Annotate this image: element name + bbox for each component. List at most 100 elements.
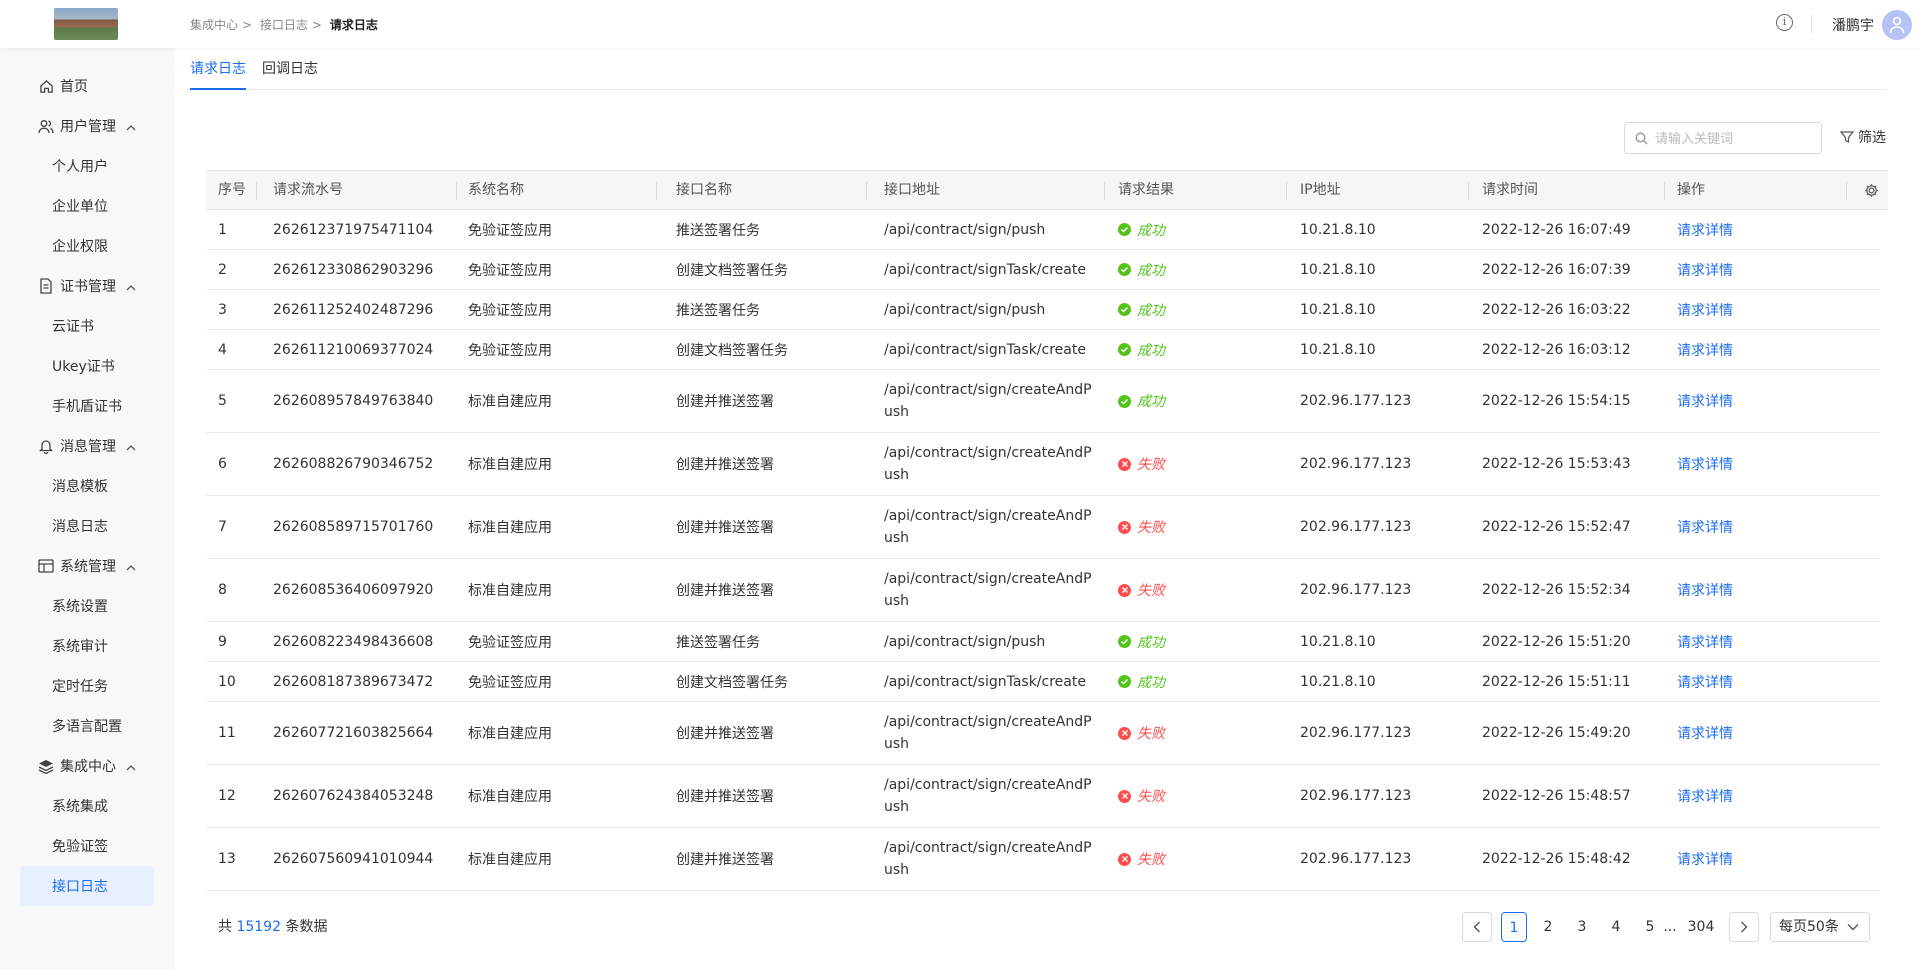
sidebar-item[interactable]: 系统集成 <box>20 786 154 826</box>
table-row: 5 262608957849763840 标准自建应用 创建并推送签署/api/con… <box>206 370 1880 433</box>
filter-button[interactable]: 筛选 <box>1840 127 1886 147</box>
col-system-name-text: 免验证签应用 <box>468 302 552 319</box>
username[interactable]: 潘鹏宇 <box>1832 15 1874 35</box>
col-api-name-cell: 创建并推送签署 <box>676 370 774 432</box>
col-result-cell: 失败 <box>1118 765 1165 827</box>
sidebar-item[interactable]: 免验证签 <box>20 826 154 866</box>
next-page-button[interactable] <box>1729 912 1759 942</box>
sidebar-item[interactable]: 个人用户 <box>20 146 154 186</box>
sidebar-item[interactable]: 系统设置 <box>20 586 154 626</box>
sidebar-item[interactable]: Ukey证书 <box>20 346 154 386</box>
sidebar-item-label: 系统管理 <box>60 559 116 575</box>
status-badge: 成功 <box>1118 632 1165 652</box>
table-row: 12 262607624384053248 标准自建应用 创建并推送签署/api/co… <box>206 765 1880 828</box>
sidebar-item[interactable]: 云证书 <box>20 306 154 346</box>
sidebar-item[interactable]: 系统审计 <box>20 626 154 666</box>
page-1[interactable]: 1 <box>1501 912 1527 942</box>
sidebar-item[interactable]: 定时任务 <box>20 666 154 706</box>
users-icon <box>38 118 54 134</box>
sidebar-item[interactable]: 用户管理 <box>20 106 154 146</box>
request-detail-link[interactable]: 请求详情 <box>1677 632 1733 652</box>
sidebar-item-label: 多语言配置 <box>52 719 122 735</box>
sidebar-item[interactable]: 集成中心 <box>20 746 154 786</box>
request-detail-link[interactable]: 请求详情 <box>1677 849 1733 869</box>
col-ip-text: 202.96.177.123 <box>1300 393 1412 409</box>
sidebar-item[interactable]: 消息模板 <box>20 466 154 506</box>
request-detail-link[interactable]: 请求详情 <box>1677 220 1733 240</box>
avatar[interactable] <box>1882 10 1912 40</box>
request-detail-link[interactable]: 请求详情 <box>1677 260 1733 280</box>
request-detail-link[interactable]: 请求详情 <box>1677 672 1733 692</box>
page-5[interactable]: 5 <box>1637 912 1663 942</box>
col-index-cell: 8 <box>218 559 227 621</box>
col-api-name-text: 创建并推送签署 <box>676 583 774 599</box>
request-detail-link[interactable]: 请求详情 <box>1677 723 1733 743</box>
error-icon <box>1118 583 1131 597</box>
col-api-name-cell: 推送签署任务 <box>676 290 760 329</box>
sidebar-item[interactable]: 系统管理 <box>20 546 154 586</box>
sidebar-item-label: Ukey证书 <box>52 359 115 375</box>
request-detail-link[interactable]: 请求详情 <box>1677 300 1733 320</box>
col-ip-text: 202.96.177.123 <box>1300 788 1412 804</box>
sidebar-item[interactable]: 企业权限 <box>20 226 154 266</box>
page-size-select[interactable]: 每页50条 <box>1770 912 1870 942</box>
col-api-name-cell: 创建并推送签署 <box>676 828 774 890</box>
page-last[interactable]: 304 <box>1681 912 1721 942</box>
tab-request-log[interactable]: 请求日志 <box>190 58 246 90</box>
chevron-up-icon[interactable] <box>126 559 136 575</box>
col-api-name-text: 创建并推送签署 <box>676 394 774 410</box>
page-2[interactable]: 2 <box>1535 912 1561 942</box>
col-serial-cell: 262608536406097920 <box>273 559 433 621</box>
sidebar-item[interactable]: 手机盾证书 <box>20 386 154 426</box>
status-text: 失败 <box>1137 852 1165 868</box>
tab-callback-log[interactable]: 回调日志 <box>262 58 318 90</box>
col-index-text: 13 <box>218 851 236 867</box>
col-ip-text: 202.96.177.123 <box>1300 582 1412 598</box>
sidebar-item[interactable]: 多语言配置 <box>20 706 154 746</box>
sidebar-item[interactable]: 证书管理 <box>20 266 154 306</box>
breadcrumb-item-integration[interactable]: 集成中心 <box>190 18 238 32</box>
col-serial-text: 262608957849763840 <box>273 393 434 409</box>
info-icon[interactable]: i <box>1776 14 1793 31</box>
logo-image[interactable] <box>54 8 118 40</box>
error-icon <box>1118 520 1131 534</box>
search-input[interactable] <box>1655 129 1815 149</box>
col-api-address-text: /api/contract/sign/createAndPush <box>884 508 1092 546</box>
page-4[interactable]: 4 <box>1603 912 1629 942</box>
col-result-cell: 失败 <box>1118 702 1165 764</box>
success-icon <box>1118 675 1131 688</box>
request-detail-link[interactable]: 请求详情 <box>1677 454 1733 474</box>
layers-icon <box>38 758 54 774</box>
sidebar-item-label: 首页 <box>60 79 88 95</box>
request-detail-link[interactable]: 请求详情 <box>1677 391 1733 411</box>
request-detail-link[interactable]: 请求详情 <box>1677 580 1733 600</box>
request-detail-link[interactable]: 请求详情 <box>1677 517 1733 537</box>
prev-page-button[interactable] <box>1462 912 1492 942</box>
status-text: 失败 <box>1137 457 1165 473</box>
col-result-header: 请求结果 <box>1118 182 1174 198</box>
column-divider <box>456 182 457 200</box>
request-detail-link[interactable]: 请求详情 <box>1677 786 1733 806</box>
status-text: 成功 <box>1137 342 1165 359</box>
sidebar-item[interactable]: 接口日志 <box>20 866 154 906</box>
sidebar-item[interactable]: 消息管理 <box>20 426 154 466</box>
header-divider <box>1811 14 1812 34</box>
chevron-up-icon[interactable] <box>126 119 136 135</box>
page-3[interactable]: 3 <box>1569 912 1595 942</box>
col-serial-text: 262607721603825664 <box>273 725 434 741</box>
chevron-up-icon[interactable] <box>126 279 136 295</box>
request-detail-link[interactable]: 请求详情 <box>1677 340 1733 360</box>
breadcrumb-item-api-log[interactable]: 接口日志 <box>260 18 308 32</box>
column-settings-icon[interactable] <box>1864 183 1879 198</box>
chevron-up-icon[interactable] <box>126 439 136 455</box>
sidebar-item[interactable]: 企业单位 <box>20 186 154 226</box>
col-api-name-text: 创建并推送签署 <box>676 520 774 536</box>
sidebar-item[interactable]: 首页 <box>20 66 154 106</box>
chevron-up-icon[interactable] <box>126 759 136 775</box>
sidebar-item-label: 个人用户 <box>52 159 108 175</box>
breadcrumb-separator: > <box>311 18 322 32</box>
col-api-name-cell: 创建文档签署任务 <box>676 662 788 701</box>
sidebar-item[interactable]: 消息日志 <box>20 506 154 546</box>
col-time-text: 2022-12-26 16:03:22 <box>1482 301 1631 318</box>
col-result-cell: 失败 <box>1118 433 1165 495</box>
